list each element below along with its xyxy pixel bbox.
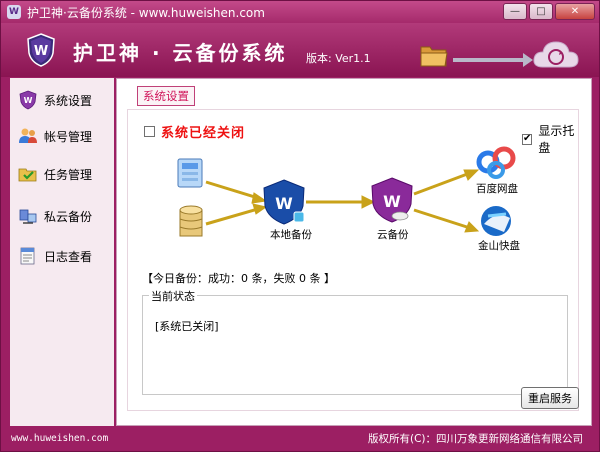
current-status-title: 当前状态 [149,288,197,304]
cloud-sync-icon [533,41,579,68]
log-icon [20,247,35,265]
kingsoft-disk-icon [481,206,511,236]
local-backup-label: 本地备份 [270,229,312,241]
users-icon [19,128,37,143]
shield-icon: W [19,90,37,110]
sidebar-item-account[interactable]: 帐号管理 [18,120,92,152]
private-cloud-icon [19,209,37,224]
minimize-button[interactable]: — [503,3,527,20]
svg-text:W: W [275,194,293,213]
folder-icon [420,46,448,67]
sidebar-item-label: 系统设置 [44,93,93,108]
settings-content: W W 系统已经关闭 ✔ 显示托盘 本地备份 云备份 百度网盘 金山快盘 【今日… [127,109,579,411]
close-button[interactable]: ✕ [555,3,595,20]
restart-service-button[interactable]: 重启服务 [521,387,579,409]
baidu-cloud-icon [476,146,516,179]
footer-copyright: 版权所有(C)：四川万象更新网络通信有限公司 [367,433,583,445]
system-status-checkbox[interactable]: 系统已经关闭 [144,122,245,141]
sidebar-item-logs[interactable]: 日志查看 [18,240,92,272]
window-title: 护卫神·云备份系统 - www.huweishen.com [27,5,265,20]
today-backup-summary: 【今日备份：成功：0 条，失败 0 条 】 [142,272,335,285]
header-banner: W 护卫神 · 云备份系统 版本: Ver1.1 [1,23,599,77]
app-window: W 护卫神·云备份系统 - www.huweishen.com — □ ✕ W … [0,0,600,452]
current-status-group: 当前状态 [系统已关闭] [142,288,568,395]
sidebar-item-label: 帐号管理 [44,129,93,144]
shield-logo-icon: W [27,33,55,67]
show-tray-label: 显示托盘 [538,124,575,155]
footer-url: www.huweishen.com [11,433,109,444]
sidebar-item-system-settings[interactable]: W 系统设置 [18,84,92,116]
main-panel: 系统设置 W W 系统已经关闭 ✔ 显示托盘 本地备份 云备份 百度网盘 金山快… [116,78,592,426]
arrow-icon [453,53,533,67]
svg-text:W: W [34,44,48,59]
app-icon: W [7,5,21,19]
version-label: 版本: Ver1.1 [306,52,371,65]
checkbox[interactable] [144,126,155,137]
cloud-backup-shield-icon: W [371,177,413,223]
database-icon [179,205,203,237]
sidebar-item-private-cloud[interactable]: 私云备份 [18,200,92,232]
system-status-label: 系统已经关闭 [161,126,246,141]
kingsoft-disk-label: 金山快盘 [478,240,520,252]
sidebar-item-label: 私云备份 [44,209,93,224]
local-backup-shield-icon: W [263,179,305,225]
svg-text:W: W [24,96,33,105]
sidebar-item-tasks[interactable]: 任务管理 [18,158,92,190]
app-title: 护卫神 · 云备份系统 [73,41,288,65]
checkbox-checked[interactable]: ✔ [522,133,533,145]
sidebar-item-label: 任务管理 [44,167,93,182]
maximize-button[interactable]: □ [529,3,553,20]
title-bar[interactable]: W 护卫神·云备份系统 - www.huweishen.com — □ ✕ [1,1,599,23]
current-status-text: [系统已关闭] [155,320,219,333]
server-icon [177,158,203,188]
cloud-backup-label: 云备份 [377,229,409,241]
arrow-icon [205,169,480,233]
baidu-cloud-label: 百度网盘 [476,183,518,195]
sidebar: W 系统设置 帐号管理 任务管理 私云备份 日志查看 [10,78,114,426]
show-tray-checkbox[interactable]: ✔ 显示托盘 [522,122,578,156]
task-folder-icon [18,168,37,182]
svg-text:W: W [383,192,401,211]
sidebar-item-label: 日志查看 [44,249,93,264]
tab-system-settings[interactable]: 系统设置 [137,86,195,106]
